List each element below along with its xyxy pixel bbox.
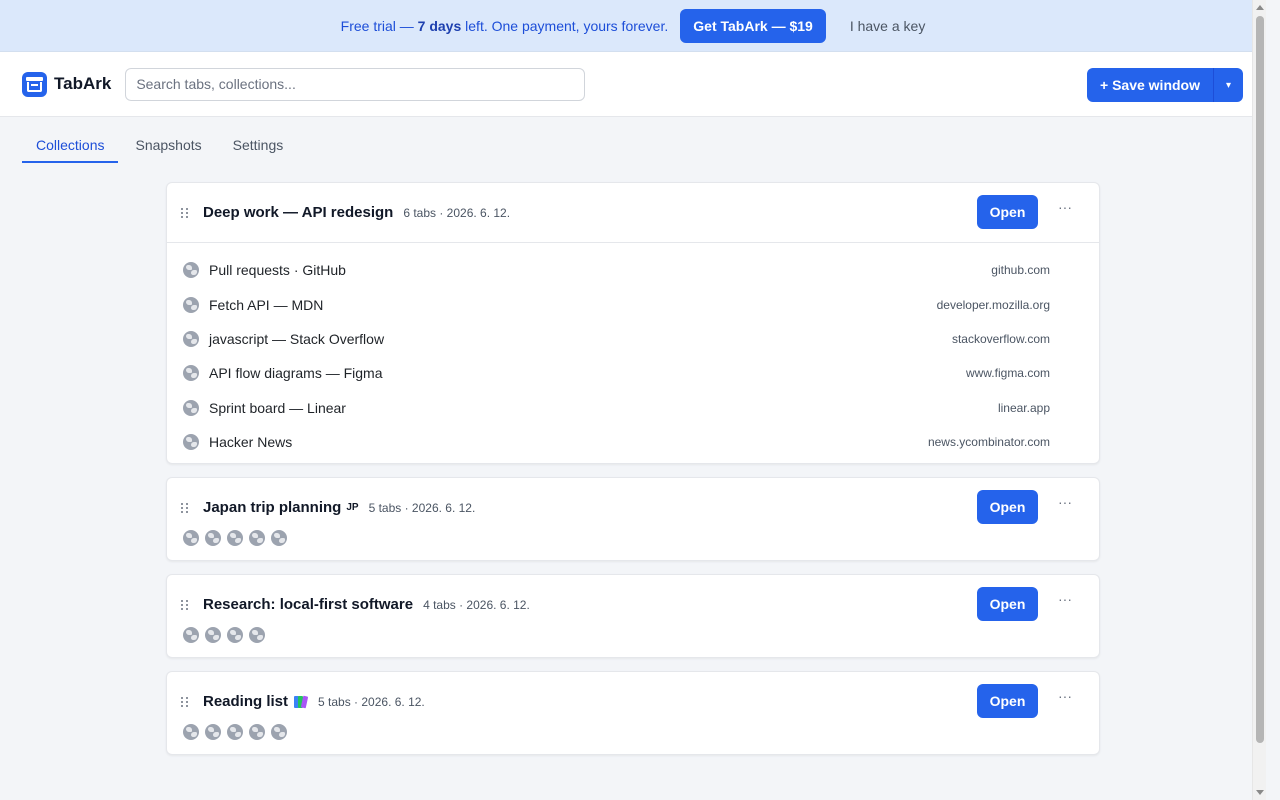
collections-list: Deep work — API redesign 6 tabs · 2026. 6… bbox=[166, 182, 1100, 768]
collection-meta: 6 tabs · 2026. 6. 12. bbox=[403, 205, 511, 220]
drag-handle-icon[interactable] bbox=[181, 696, 189, 707]
search-input[interactable] bbox=[125, 67, 586, 101]
scrollbar-thumb[interactable] bbox=[1256, 16, 1264, 743]
saved-tab-row[interactable]: javascript — Stack Overflow stackoverflow… bbox=[167, 322, 1099, 356]
save-window-button[interactable]: + Save window bbox=[1087, 68, 1213, 102]
saved-tab-title: Hacker News bbox=[209, 434, 293, 451]
drag-handle-icon[interactable] bbox=[181, 207, 189, 218]
scroll-up-arrow[interactable] bbox=[1256, 5, 1264, 10]
more-options-icon[interactable]: ··· bbox=[1058, 199, 1072, 215]
app-root: Free trial — 7 days left. One payment, y… bbox=[0, 0, 1266, 800]
app-name: TabArk bbox=[54, 74, 112, 93]
chevron-down-icon: ▾ bbox=[1225, 79, 1232, 91]
globe-icon bbox=[227, 627, 243, 644]
enter-license-key-button[interactable]: I have a key bbox=[850, 18, 926, 34]
saved-tab-host: developer.mozilla.org bbox=[936, 297, 1050, 312]
saved-tab-title: API flow diagrams — Figma bbox=[209, 365, 383, 382]
collection-card: Deep work — API redesign 6 tabs · 2026. 6… bbox=[166, 182, 1100, 465]
collection-header[interactable]: Reading list 5 tabs · 2026. 6. 12. Open ··· bbox=[167, 672, 1099, 731]
more-options-icon[interactable]: ··· bbox=[1058, 591, 1072, 607]
drag-handle-icon[interactable] bbox=[181, 599, 189, 610]
trial-text-prefix: Free trial — bbox=[340, 17, 418, 34]
open-collection-button[interactable]: Open bbox=[977, 490, 1038, 525]
collection-card: Research: local-first software 4 tabs · 2… bbox=[166, 574, 1100, 659]
tab-collections[interactable]: Collections bbox=[22, 133, 119, 163]
collection-title: Deep work — API redesign bbox=[203, 204, 394, 221]
open-collection-button[interactable]: Open bbox=[977, 587, 1038, 622]
globe-icon bbox=[249, 627, 265, 644]
saved-tab-title: javascript — Stack Overflow bbox=[209, 330, 385, 347]
saved-tab-title: Fetch API — MDN bbox=[209, 296, 324, 313]
saved-tab-host: stackoverflow.com bbox=[951, 331, 1050, 346]
saved-tab-host: linear.app bbox=[997, 400, 1050, 415]
page-scrollbar[interactable] bbox=[1252, 0, 1266, 800]
open-collection-button[interactable]: Open bbox=[977, 195, 1038, 229]
main-tabs: Collections Snapshots Settings bbox=[0, 133, 1266, 163]
collection-meta: 5 tabs · 2026. 6. 12. bbox=[318, 694, 425, 709]
trial-banner: Free trial — 7 days left. One payment, y… bbox=[0, 0, 1266, 52]
buy-license-button[interactable]: Get TabArk — $19 bbox=[680, 8, 826, 43]
globe-icon bbox=[227, 530, 243, 547]
tabark-logo-icon bbox=[22, 71, 47, 97]
globe-icon bbox=[183, 627, 199, 644]
more-options-icon[interactable]: ··· bbox=[1058, 494, 1072, 510]
globe-icon bbox=[183, 530, 199, 547]
globe-icon bbox=[249, 530, 265, 547]
trial-days-remaining: 7 days bbox=[417, 17, 462, 34]
collection-card: Reading list 5 tabs · 2026. 6. 12. Open ··· bbox=[166, 671, 1100, 756]
globe-icon bbox=[183, 434, 199, 451]
collection-header[interactable]: Research: local-first software 4 tabs · 2… bbox=[167, 575, 1099, 634]
scroll-down-arrow[interactable] bbox=[1256, 790, 1264, 795]
globe-icon bbox=[183, 330, 199, 347]
globe-icon bbox=[205, 724, 221, 741]
open-collection-button[interactable]: Open bbox=[977, 684, 1038, 719]
globe-icon bbox=[183, 399, 199, 416]
globe-icon bbox=[205, 530, 221, 547]
collection-header[interactable]: Japan trip planning JP 5 tabs · 2026. 6. 1… bbox=[167, 478, 1099, 537]
collection-emoji: JP bbox=[346, 502, 359, 514]
save-options-dropdown-button[interactable]: ▾ bbox=[1213, 68, 1243, 102]
drag-handle-icon[interactable] bbox=[181, 502, 189, 513]
trial-text-suffix: left. One payment, yours forever. bbox=[461, 17, 669, 34]
saved-tab-title: Sprint board — Linear bbox=[209, 399, 346, 416]
collection-header[interactable]: Deep work — API redesign 6 tabs · 2026. 6… bbox=[167, 183, 1099, 242]
saved-tab-host: news.ycombinator.com bbox=[927, 435, 1050, 450]
globe-icon bbox=[183, 262, 199, 279]
saved-tab-host: github.com bbox=[991, 263, 1050, 278]
collection-meta: 5 tabs · 2026. 6. 12. bbox=[368, 500, 476, 515]
collection-tab-list: Pull requests · GitHub github.com Fetch AP… bbox=[167, 242, 1099, 463]
books-icon bbox=[294, 695, 309, 709]
globe-icon bbox=[249, 724, 265, 741]
globe-icon bbox=[271, 724, 287, 741]
saved-tab-row[interactable]: Pull requests · GitHub github.com bbox=[167, 253, 1099, 287]
saved-tab-host: www.figma.com bbox=[965, 366, 1050, 381]
collection-meta: 4 tabs · 2026. 6. 12. bbox=[423, 597, 530, 612]
saved-tab-row[interactable]: API flow diagrams — Figma www.figma.com bbox=[167, 356, 1099, 390]
collection-card: Japan trip planning JP 5 tabs · 2026. 6. 1… bbox=[166, 477, 1100, 562]
saved-tab-title: Pull requests · GitHub bbox=[209, 262, 346, 279]
collection-title: Reading list bbox=[203, 693, 289, 711]
trial-banner-text: Free trial — 7 days left. One payment, y… bbox=[341, 18, 669, 34]
saved-tab-row[interactable]: Fetch API — MDN developer.mozilla.org bbox=[167, 287, 1099, 321]
app-header: TabArk + Save window ▾ bbox=[0, 52, 1266, 117]
globe-icon bbox=[271, 530, 287, 547]
globe-icon bbox=[205, 627, 221, 644]
save-window-group: + Save window ▾ bbox=[1087, 68, 1243, 102]
collection-title: Research: local-first software bbox=[203, 596, 414, 614]
collection-title: Japan trip planning bbox=[203, 499, 342, 517]
more-options-icon[interactable]: ··· bbox=[1058, 688, 1072, 704]
tab-snapshots[interactable]: Snapshots bbox=[121, 133, 215, 163]
saved-tab-row[interactable]: Sprint board — Linear linear.app bbox=[167, 391, 1099, 425]
saved-tab-row[interactable]: Hacker News news.ycombinator.com bbox=[167, 425, 1099, 459]
tab-settings[interactable]: Settings bbox=[219, 133, 298, 163]
globe-icon bbox=[183, 296, 199, 313]
globe-icon bbox=[183, 724, 199, 741]
globe-icon bbox=[183, 365, 199, 382]
globe-icon bbox=[227, 724, 243, 741]
